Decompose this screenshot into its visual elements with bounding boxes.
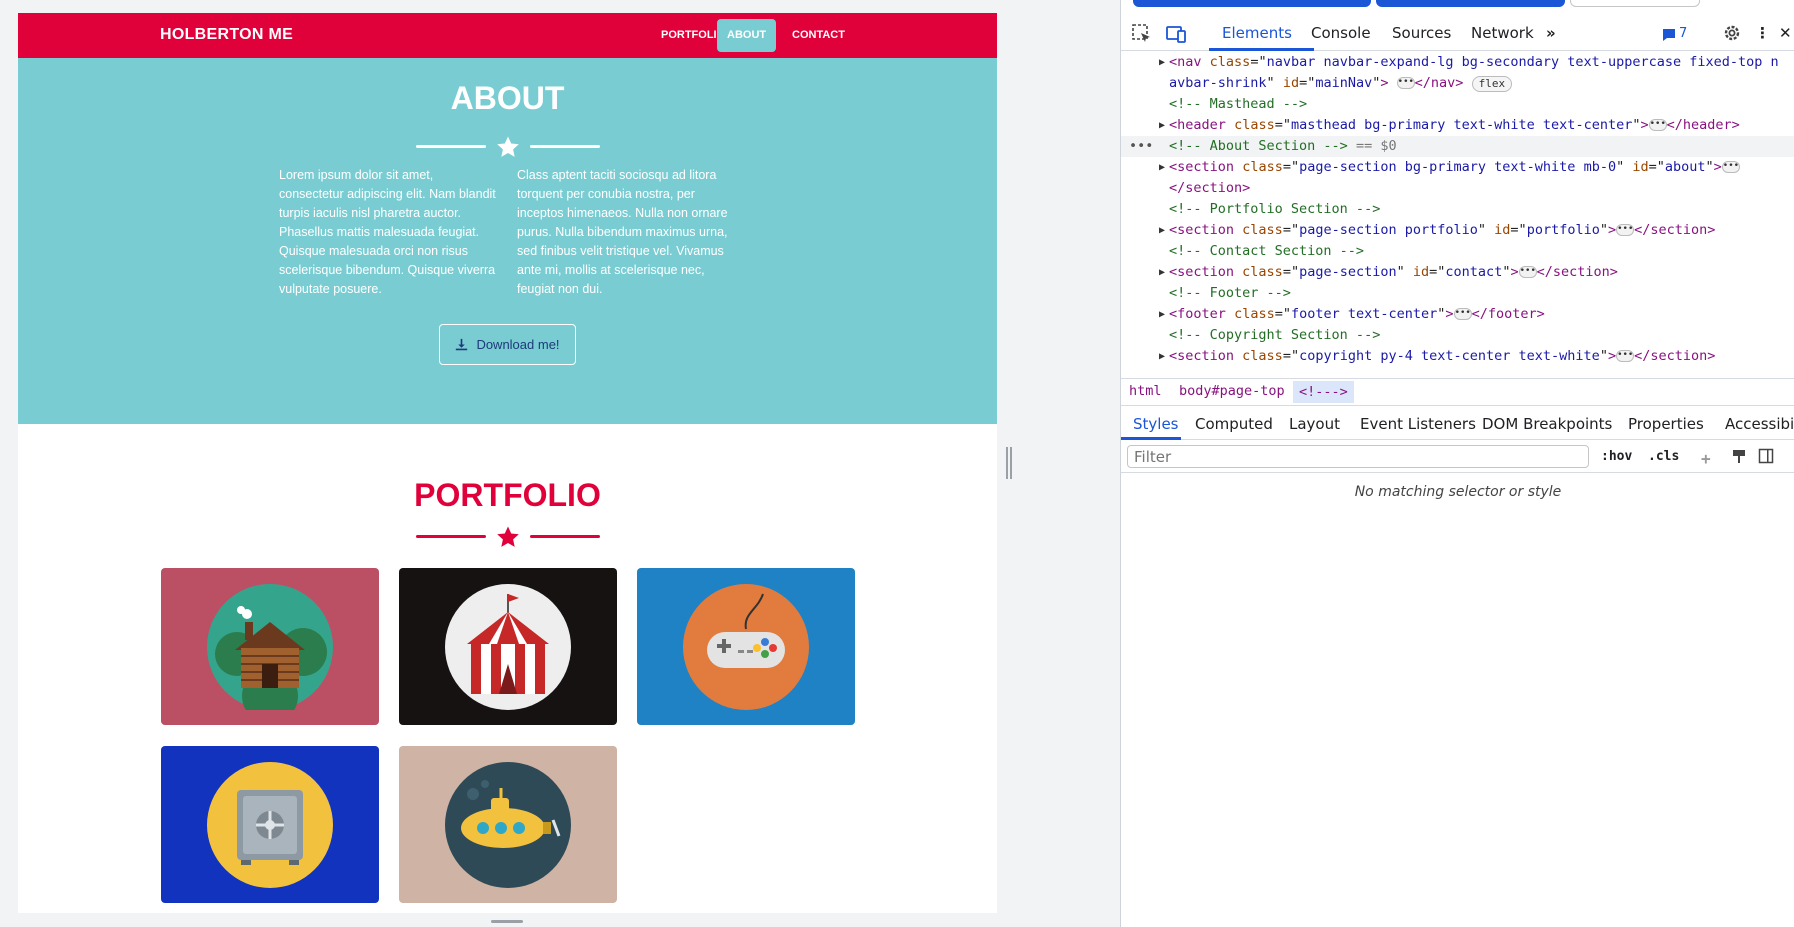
nav-about[interactable]: ABOUT <box>717 19 777 52</box>
star-icon <box>497 136 519 157</box>
portfolio-item-safe[interactable] <box>161 746 379 903</box>
portfolio-item-submarine[interactable] <box>399 746 617 903</box>
styles-empty-message: No matching selector or style <box>1354 484 1562 500</box>
collapsed-ellipsis[interactable]: ••• <box>1396 77 1415 89</box>
nav-contact[interactable]: CONTACT <box>782 19 855 52</box>
dom-node-section-contact[interactable]: ▶ <section class="page-section" id="cont… <box>1121 262 1794 283</box>
download-button[interactable]: Download me! <box>439 324 576 365</box>
dom-node-footer[interactable]: ▶ <footer class="footer text-center">•••… <box>1121 304 1794 325</box>
dom-comment-contact[interactable]: <!-- Contact Section --> <box>1121 241 1794 262</box>
tab-network[interactable]: Network <box>1471 24 1534 42</box>
paint-brush-icon[interactable] <box>1731 448 1747 464</box>
styles-filter-input[interactable] <box>1127 445 1589 468</box>
toggle-sidebar-icon[interactable] <box>1758 448 1774 464</box>
dom-tree: ▶ <nav class="navbar navbar-expand-lg bg… <box>1121 52 1794 377</box>
cabin-icon <box>207 583 333 710</box>
breadcrumb-body[interactable]: body#page-top <box>1179 383 1285 399</box>
about-title: ABOUT <box>450 80 565 116</box>
devtools-panel: Elements Console Sources Network » 7 ⋮ ✕… <box>1120 0 1794 927</box>
dom-node-nav-cont: avbar-shrink" id="mainNav"> •••</nav> fl… <box>1121 73 1794 94</box>
dom-comment-copyright[interactable]: <!-- Copyright Section --> <box>1121 325 1794 346</box>
about-divider <box>416 135 600 159</box>
portfolio-item-cabin[interactable] <box>161 568 379 725</box>
dom-comment-about-selected[interactable]: ••• <!-- About Section --> == $0 <box>1121 136 1794 157</box>
breadcrumb-comment[interactable]: <!---> <box>1293 381 1354 403</box>
tab-event-listeners[interactable]: Event Listeners <box>1360 415 1476 433</box>
dom-node-header[interactable]: ▶ <header class="masthead bg-primary tex… <box>1121 115 1794 136</box>
more-tabs-icon[interactable]: » <box>1546 24 1556 42</box>
node-actions-icon[interactable]: ••• <box>1129 136 1153 157</box>
tab-accessibility[interactable]: Accessibility <box>1725 415 1794 433</box>
tab-properties[interactable]: Properties <box>1628 415 1704 433</box>
tab-styles[interactable]: Styles <box>1133 415 1179 433</box>
top-strip-button-1[interactable] <box>1133 0 1371 7</box>
issues-count[interactable]: 7 <box>1679 26 1687 41</box>
browser-viewport: HOLBERTON ME PORTFOLIO ABOUT CONTACT ABO… <box>0 0 1120 927</box>
dom-node-section-about[interactable]: ▶ <section class="page-section bg-primar… <box>1121 157 1794 178</box>
resize-handle-horizontal[interactable] <box>491 920 523 923</box>
tab-elements[interactable]: Elements <box>1222 24 1292 42</box>
portfolio-item-circus[interactable] <box>399 568 617 725</box>
active-tab-indicator <box>1209 48 1314 51</box>
dom-node-section-copyright[interactable]: ▶ <section class="copyright py-4 text-ce… <box>1121 346 1794 367</box>
top-strip-button-2[interactable] <box>1376 0 1565 7</box>
about-text-right: Class aptent taciti sociosqu ad litora t… <box>517 168 728 296</box>
website-page: HOLBERTON ME PORTFOLIO ABOUT CONTACT ABO… <box>18 13 997 913</box>
new-style-rule-icon[interactable]: + <box>1701 449 1711 468</box>
submarine-icon <box>445 761 571 888</box>
about-section: ABOUT Lorem ipsum dolor sit amet, consec… <box>18 58 997 424</box>
dom-comment-masthead[interactable]: <!-- Masthead --> <box>1121 94 1794 115</box>
dom-node-section-about-close: </section> <box>1169 180 1251 196</box>
devtools-tab-bar: Elements Console Sources Network » 7 ⋮ ✕ <box>1121 17 1794 51</box>
dom-comment-portfolio[interactable]: <!-- Portfolio Section --> <box>1121 199 1794 220</box>
close-icon[interactable]: ✕ <box>1779 24 1792 42</box>
navbar: HOLBERTON ME PORTFOLIO ABOUT CONTACT <box>18 13 997 58</box>
safe-icon <box>207 761 333 888</box>
tab-computed[interactable]: Computed <box>1195 415 1273 433</box>
settings-gear-icon[interactable] <box>1722 23 1742 43</box>
dom-comment-footer[interactable]: <!-- Footer --> <box>1121 283 1794 304</box>
tab-sources[interactable]: Sources <box>1392 24 1451 42</box>
inspect-element-icon[interactable] <box>1131 23 1153 45</box>
top-strip-button-3[interactable] <box>1570 0 1700 7</box>
devtools-top-strip <box>1121 0 1794 8</box>
breadcrumb: html body#page-top <!---> <box>1121 378 1794 406</box>
tab-dom-breakpoints[interactable]: DOM Breakpoints <box>1482 415 1612 433</box>
dom-node-nav[interactable]: ▶ <nav class="navbar navbar-expand-lg bg… <box>1121 52 1794 73</box>
star-icon <box>497 526 519 547</box>
tab-console[interactable]: Console <box>1311 24 1371 42</box>
flex-badge[interactable]: flex <box>1471 76 1513 92</box>
download-icon <box>456 338 468 351</box>
more-options-icon[interactable]: ⋮ <box>1755 24 1770 42</box>
portfolio-title: PORTFOLIO <box>414 477 601 513</box>
portfolio-item-game[interactable] <box>637 568 855 725</box>
styles-filter-row: :hov .cls + <box>1121 441 1794 473</box>
game-controller-icon <box>683 583 809 710</box>
breadcrumb-html[interactable]: html <box>1129 383 1162 399</box>
styles-tab-bar: Styles Computed Layout Event Listeners D… <box>1121 408 1794 440</box>
download-button-label: Download me! <box>476 337 560 352</box>
brand-link[interactable]: HOLBERTON ME <box>160 26 293 44</box>
styles-tab-indicator <box>1121 437 1181 440</box>
portfolio-divider <box>416 525 600 549</box>
device-toolbar-icon[interactable] <box>1165 23 1187 45</box>
circus-tent-icon <box>445 583 571 710</box>
dom-node-section-portfolio[interactable]: ▶ <section class="page-section portfolio… <box>1121 220 1794 241</box>
tab-layout[interactable]: Layout <box>1289 415 1340 433</box>
about-text-left: Lorem ipsum dolor sit amet, consectetur … <box>279 168 496 296</box>
cls-toggle[interactable]: .cls <box>1648 449 1679 464</box>
resize-handle-vertical[interactable] <box>1006 447 1012 479</box>
issues-icon[interactable] <box>1661 27 1677 43</box>
hov-toggle[interactable]: :hov <box>1601 449 1632 464</box>
